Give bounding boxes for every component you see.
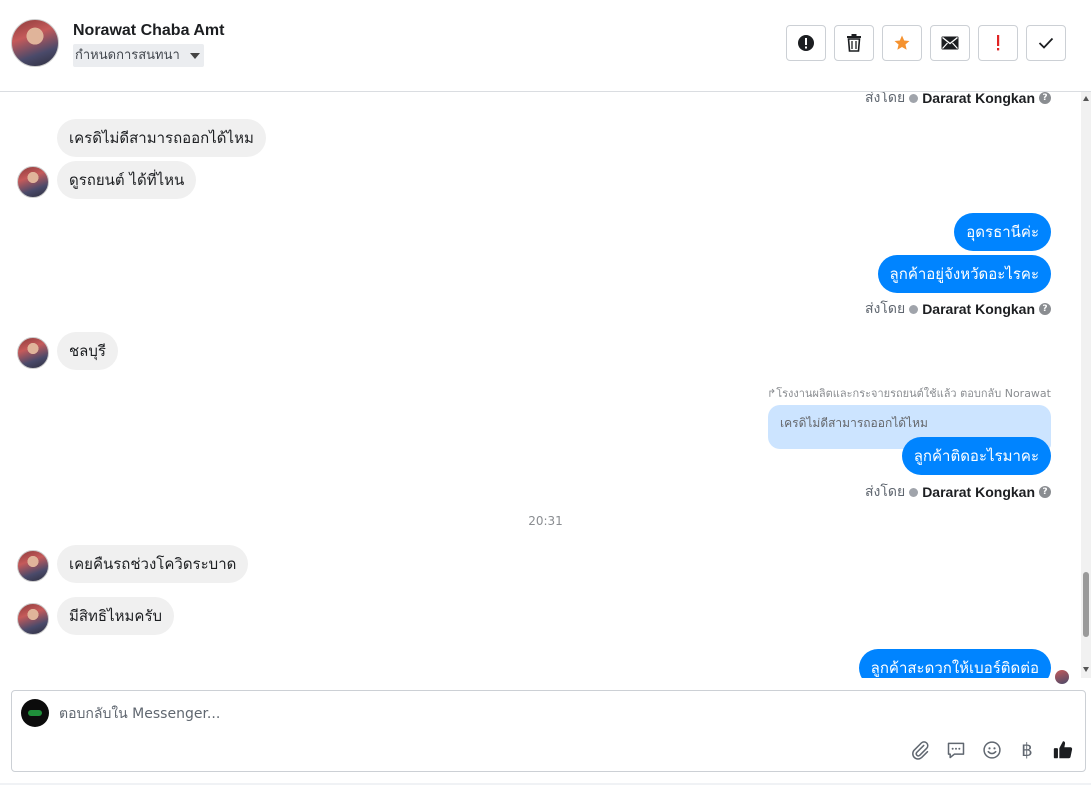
- mark-unread-button[interactable]: [930, 25, 970, 61]
- sent-by-label: ส่งโดย: [864, 92, 906, 106]
- seen-receipt-avatar: [1055, 670, 1069, 684]
- paperclip-icon: [912, 741, 929, 760]
- caret-down-icon: [189, 52, 200, 59]
- contact-name[interactable]: Norawat Chaba Amt: [73, 22, 224, 40]
- sent-by-indicator: ส่งโดย Dararat Kongkan ?: [865, 92, 1051, 109]
- reply-context-label: ↱โรงงานผลิตและกระจายรถยนต์ใช้แล้ว ตอบกลั…: [767, 387, 1051, 400]
- outgoing-message[interactable]: ลูกค้าอยู่จังหวัดอะไรคะ: [877, 255, 1051, 293]
- alert-circle-icon: [798, 35, 814, 51]
- scroll-down-arrow-icon[interactable]: [1083, 667, 1089, 672]
- baht-icon: ฿: [1021, 739, 1033, 761]
- help-icon[interactable]: ?: [1039, 486, 1051, 498]
- label-dropdown-text: กำหนดการสนทนา: [75, 48, 180, 63]
- mark-done-button[interactable]: [1026, 25, 1066, 61]
- agent-name[interactable]: Dararat Kongkan: [922, 92, 1035, 106]
- mark-spam-button[interactable]: [786, 25, 826, 61]
- saved-reply-button[interactable]: [944, 738, 968, 762]
- saved-reply-icon: [947, 742, 965, 759]
- sent-by-indicator: ส่งโดย Dararat Kongkan ?: [865, 298, 1051, 320]
- outgoing-message[interactable]: ลูกค้าสะดวกให้เบอร์ติดต่อ: [858, 649, 1051, 678]
- incoming-message[interactable]: ชลบุรี: [57, 332, 118, 370]
- page-avatar: [21, 699, 49, 727]
- incoming-message[interactable]: ดูรถยนต์ ได้ที่ไหน: [57, 161, 197, 199]
- reply-composer: ฿: [11, 690, 1086, 772]
- reply-input[interactable]: [59, 703, 959, 725]
- contact-avatar-small[interactable]: [17, 550, 49, 582]
- envelope-icon: [941, 36, 959, 50]
- contact-avatar-small[interactable]: [17, 166, 49, 198]
- contact-avatar-small[interactable]: [17, 603, 49, 635]
- scrollbar-thumb[interactable]: [1083, 572, 1089, 637]
- exclamation-icon: [997, 35, 1000, 51]
- sent-by-label: ส่งโดย: [864, 484, 906, 500]
- label-dropdown[interactable]: กำหนดการสนทนา: [73, 44, 204, 67]
- emoji-button[interactable]: [980, 738, 1004, 762]
- attach-button[interactable]: [908, 738, 932, 762]
- payment-button[interactable]: ฿: [1015, 738, 1039, 762]
- checkmark-icon: [1038, 37, 1054, 49]
- page-logo-icon: [28, 710, 42, 716]
- agent-name[interactable]: Dararat Kongkan: [922, 484, 1035, 500]
- delete-button[interactable]: [834, 25, 874, 61]
- agent-status-icon: [909, 304, 919, 314]
- star-icon: [894, 35, 910, 50]
- incoming-message[interactable]: เคยคืนรถช่วงโควิดระบาด: [57, 545, 249, 583]
- follow-up-button[interactable]: [978, 25, 1018, 61]
- like-button[interactable]: [1051, 738, 1075, 762]
- star-button[interactable]: [882, 25, 922, 61]
- agent-status-icon: [909, 487, 919, 497]
- outgoing-message[interactable]: อุดรธานีค่ะ: [954, 213, 1051, 251]
- conversation-header: Norawat Chaba Amt กำหนดการสนทนา: [0, 0, 1091, 92]
- incoming-message[interactable]: เครดิไม่ดีสามารถออกได้ไหม: [57, 119, 266, 157]
- thumbs-up-icon: [1053, 741, 1073, 759]
- message-timestamp: 20:31: [528, 514, 563, 528]
- emoji-icon: [983, 741, 1001, 759]
- agent-name[interactable]: Dararat Kongkan: [922, 301, 1035, 317]
- help-icon[interactable]: ?: [1039, 303, 1051, 315]
- trash-icon: [847, 34, 861, 52]
- message-thread: ส่งโดย Dararat Kongkan ? เครดิไม่ดีสามาร…: [0, 92, 1091, 678]
- contact-avatar[interactable]: [11, 19, 59, 67]
- agent-status-icon: [909, 93, 919, 103]
- help-icon[interactable]: ?: [1039, 92, 1051, 104]
- sent-by-label: ส่งโดย: [864, 301, 906, 317]
- outgoing-message[interactable]: ลูกค้าติดอะไรมาคะ: [901, 437, 1051, 475]
- incoming-message[interactable]: มีสิทธิไหมครับ: [57, 597, 175, 635]
- scroll-up-arrow-icon[interactable]: [1083, 96, 1089, 101]
- sent-by-indicator: ส่งโดย Dararat Kongkan ?: [865, 481, 1051, 503]
- contact-avatar-small[interactable]: [17, 337, 49, 369]
